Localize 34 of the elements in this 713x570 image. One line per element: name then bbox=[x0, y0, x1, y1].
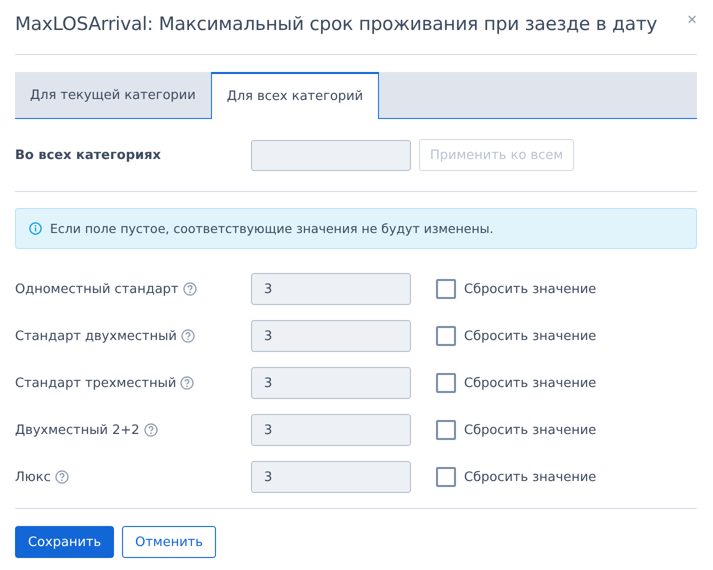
help-icon bbox=[180, 376, 194, 390]
help-icon bbox=[180, 329, 195, 343]
tab[interactable]: Для всех категорий bbox=[210, 72, 380, 119]
input-field[interactable]: 3 bbox=[251, 414, 411, 446]
category-label: Стандарт трехместный bbox=[15, 376, 176, 390]
category-label: Люкс bbox=[15, 470, 51, 484]
checkbox-label: Сбросить значение bbox=[464, 328, 596, 344]
checkbox[interactable] bbox=[436, 373, 456, 393]
category-label: Одноместный стандарт bbox=[15, 282, 179, 296]
dialog-title: MaxLOSArrival: Максимальный срок проживания при заезде в дату bbox=[15, 14, 658, 35]
help-icon bbox=[182, 282, 197, 296]
save-button[interactable]: Сохранить bbox=[15, 526, 114, 558]
input-field[interactable]: 3 bbox=[251, 273, 411, 305]
checkbox-label: Сбросить значение bbox=[464, 470, 596, 484]
checkbox-label: Сбросить значение bbox=[464, 376, 596, 390]
help-icon bbox=[54, 470, 69, 484]
info-text: Если поле пустое, соответствующие значения не будут изменены. bbox=[50, 221, 494, 236]
input-field[interactable]: 3 bbox=[251, 367, 411, 399]
input-field[interactable] bbox=[251, 140, 411, 170]
field-label: Во всех категориях bbox=[15, 148, 162, 162]
info-icon bbox=[29, 222, 42, 235]
tab[interactable]: Для текущей категории bbox=[15, 72, 211, 118]
checkbox[interactable] bbox=[436, 420, 456, 440]
cancel-button[interactable]: Отменить bbox=[122, 526, 216, 558]
category-label: Стандарт двухместный bbox=[15, 328, 177, 344]
category-label: Двухместный 2+2 bbox=[15, 422, 140, 438]
checkbox-label: Сбросить значение bbox=[464, 422, 596, 438]
input-field[interactable]: 3 bbox=[251, 320, 411, 352]
checkbox[interactable] bbox=[436, 279, 456, 299]
help-icon bbox=[144, 423, 158, 437]
checkbox[interactable] bbox=[436, 467, 456, 487]
checkbox[interactable] bbox=[436, 326, 456, 346]
checkbox-label: Сбросить значение bbox=[464, 282, 596, 296]
input-field[interactable]: 3 bbox=[251, 461, 411, 493]
